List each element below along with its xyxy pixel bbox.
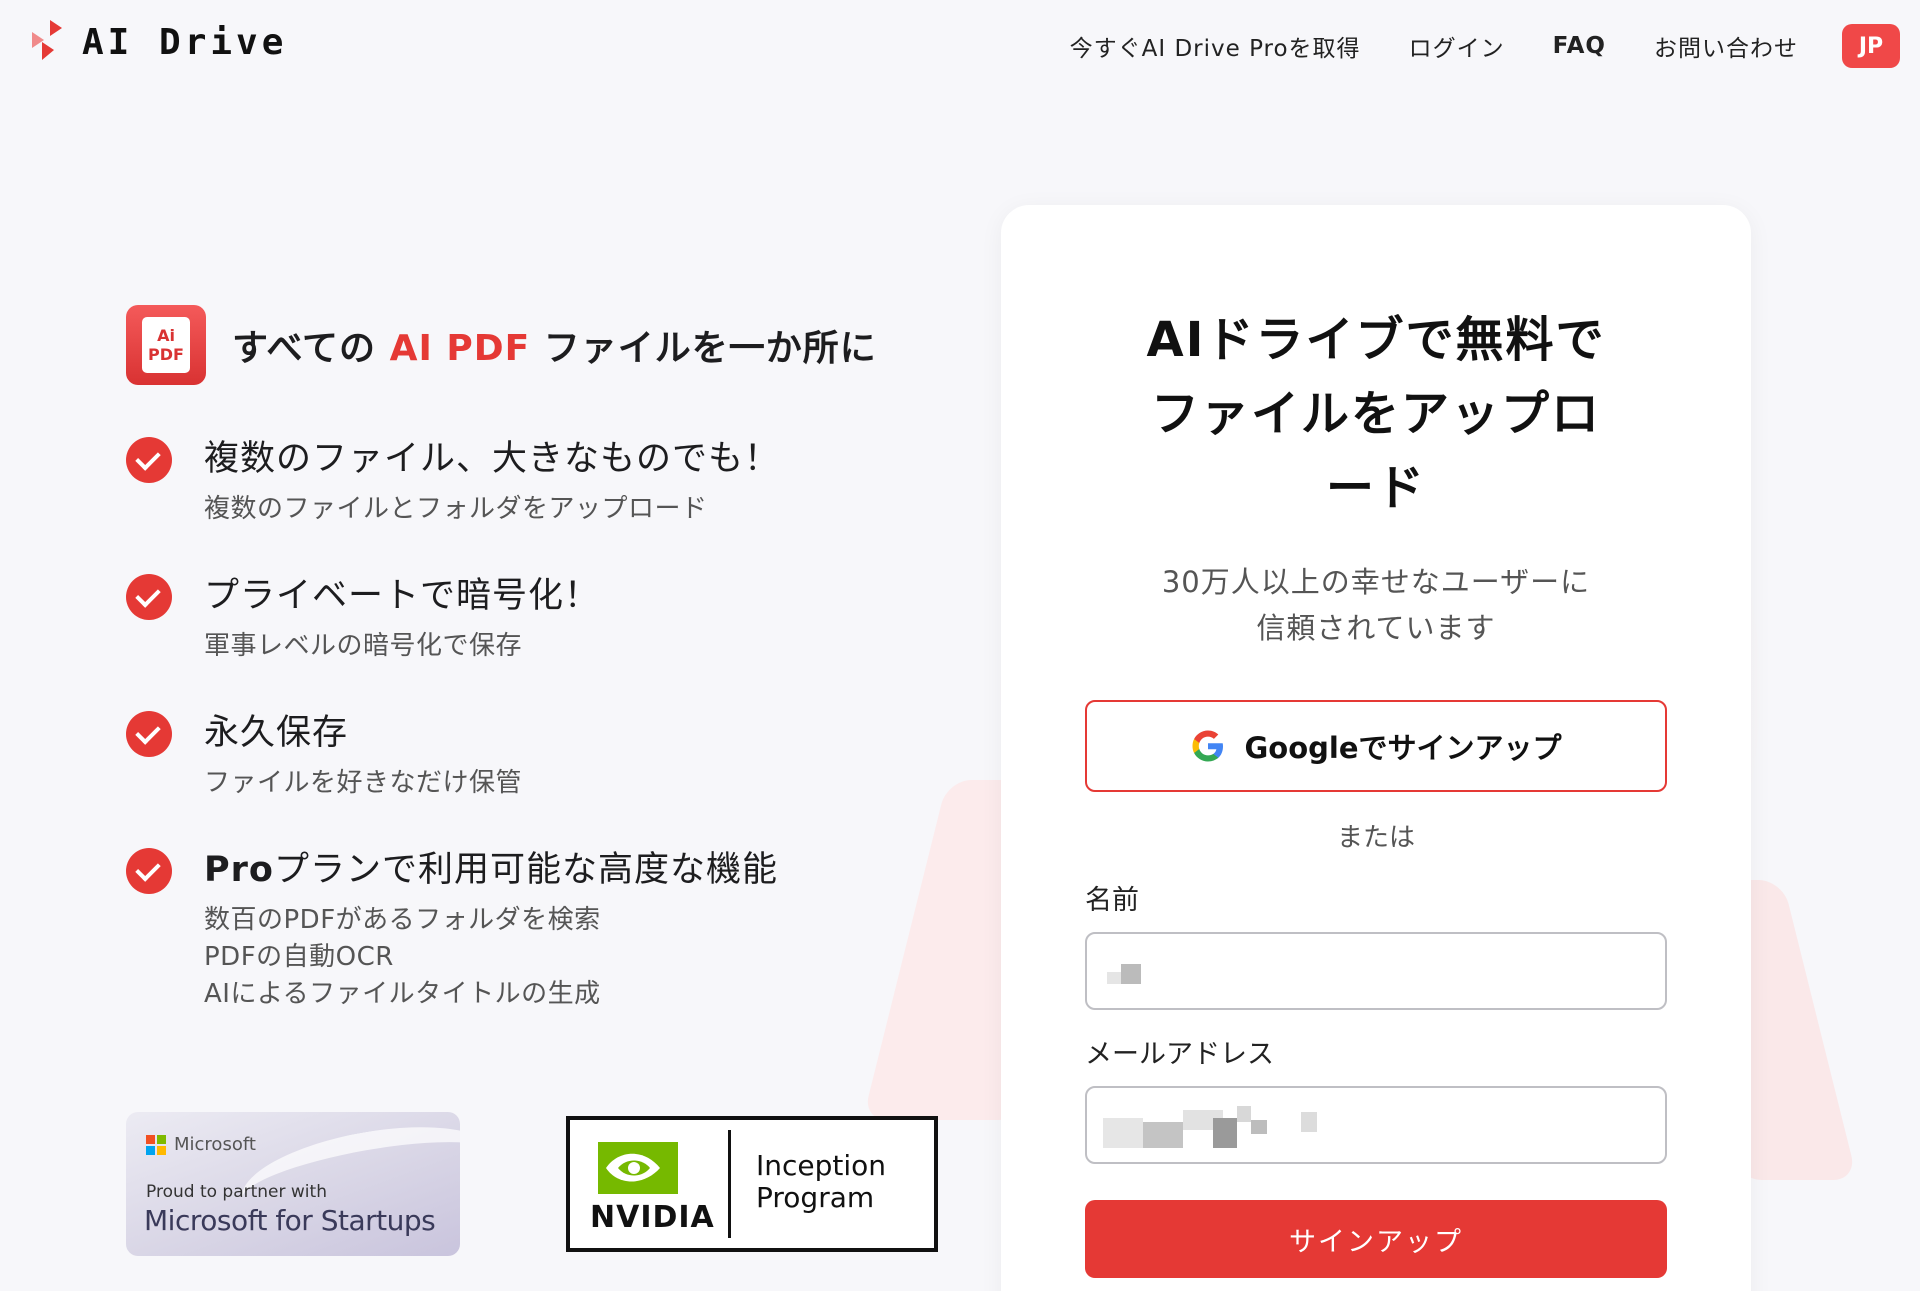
- signup-submit-button[interactable]: サインアップ: [1085, 1200, 1667, 1278]
- ai-pdf-icon-line1: Ai: [157, 326, 175, 345]
- check-icon: [126, 437, 172, 483]
- logo[interactable]: AI Drive: [28, 20, 287, 64]
- signup-title: AIドライブで無料で ファイルをアップロ ード: [1146, 312, 1606, 516]
- feature-title: Proプランで利用可能な高度な機能: [204, 846, 778, 894]
- partner-badges: Microsoft Proud to partner with Microsof…: [126, 1112, 938, 1256]
- google-signup-button[interactable]: Googleでサインアップ: [1085, 700, 1667, 792]
- feature-item: 複数のファイル、大きなものでも！ 複数のファイルとフォルダをアップロード: [126, 435, 946, 528]
- hero-row: Ai PDF すべての AI PDF ファイルを一か所に: [126, 305, 946, 385]
- microsoft-logo: Microsoft: [146, 1134, 256, 1155]
- ai-pdf-icon: Ai PDF: [126, 305, 206, 385]
- nvidia-wordmark: NVIDIA: [590, 1200, 715, 1235]
- signup-card: AIドライブで無料で ファイルをアップロ ード 30万人以上の幸せなユーザーに …: [1001, 205, 1751, 1291]
- check-icon: [126, 711, 172, 757]
- feature-title: プライベートで暗号化！: [204, 576, 601, 616]
- name-input[interactable]: [1085, 932, 1667, 1010]
- microsoft-program-text: Microsoft for Startups: [144, 1204, 436, 1237]
- nvidia-eye-icon: [598, 1142, 678, 1194]
- microsoft-brand-text: Microsoft: [174, 1134, 256, 1155]
- feature-title: 永久保存: [204, 713, 349, 753]
- nav-faq-link[interactable]: FAQ: [1553, 33, 1606, 59]
- hero-title-prefix: すべての: [232, 328, 377, 369]
- microsoft-proud-text: Proud to partner with: [146, 1182, 327, 1202]
- check-icon: [126, 848, 172, 894]
- microsoft-squares-icon: [146, 1134, 166, 1155]
- feature-item: 永久保存 ファイルを好きなだけ保管: [126, 709, 946, 802]
- google-signup-label: Googleでサインアップ: [1244, 731, 1562, 765]
- feature-subtitle: 数百のPDFがあるフォルダを検索: [204, 905, 601, 935]
- top-nav: 今すぐAI Drive Proを取得 ログイン FAQ お問い合わせ JP: [1070, 24, 1900, 68]
- microsoft-startups-badge: Microsoft Proud to partner with Microsof…: [126, 1112, 460, 1256]
- feature-title-bold: Pro: [204, 850, 274, 890]
- feature-subtitle: AIによるファイルタイトルの生成: [204, 979, 601, 1009]
- hero-title: すべての AI PDF ファイルを一か所に: [232, 319, 877, 371]
- google-icon: [1192, 730, 1224, 762]
- feature-title: 複数のファイル、大きなものでも！: [204, 439, 781, 479]
- name-label: 名前: [1085, 885, 1139, 916]
- feature-title-rest: プランで利用可能な高度な機能: [273, 850, 778, 890]
- badge-divider: [728, 1130, 731, 1238]
- email-label: メールアドレス: [1085, 1039, 1274, 1070]
- ai-drive-logo-icon: [32, 20, 62, 60]
- feature-subtitle: PDFの自動OCR: [204, 942, 394, 972]
- hero-title-accent: AI PDF: [389, 328, 531, 369]
- feature-item: プライベートで暗号化！ 軍事レベルの暗号化で保存: [126, 572, 946, 665]
- ai-pdf-icon-line2: PDF: [148, 345, 184, 364]
- nav-login-link[interactable]: ログイン: [1409, 29, 1505, 63]
- hero-title-suffix: ファイルを一か所に: [543, 328, 877, 369]
- email-input[interactable]: [1085, 1086, 1667, 1164]
- logo-text: AI Drive: [82, 21, 288, 63]
- feature-subtitle: 軍事レベルの暗号化で保存: [204, 631, 523, 661]
- feature-subtitle: 複数のファイルとフォルダをアップロード: [204, 494, 708, 524]
- nvidia-program-text: Inception Program: [756, 1149, 887, 1214]
- site-header: AI Drive 今すぐAI Drive Proを取得 ログイン FAQ お問い…: [0, 0, 1920, 90]
- feature-subtitle: ファイルを好きなだけ保管: [204, 768, 523, 798]
- features-section: Ai PDF すべての AI PDF ファイルを一か所に 複数のファイル、大きな…: [126, 305, 946, 1057]
- nav-get-pro-link[interactable]: 今すぐAI Drive Proを取得: [1070, 29, 1361, 63]
- or-divider-text: または: [1336, 823, 1415, 853]
- nvidia-inception-badge: NVIDIA Inception Program: [566, 1116, 938, 1252]
- signup-subtitle: 30万人以上の幸せなユーザーに 信頼されています: [1161, 565, 1591, 645]
- check-icon: [126, 574, 172, 620]
- language-button[interactable]: JP: [1842, 24, 1900, 68]
- nav-contact-link[interactable]: お問い合わせ: [1654, 29, 1798, 63]
- feature-item: Proプランで利用可能な高度な機能 数百のPDFがあるフォルダを検索 PDFの自…: [126, 846, 946, 1013]
